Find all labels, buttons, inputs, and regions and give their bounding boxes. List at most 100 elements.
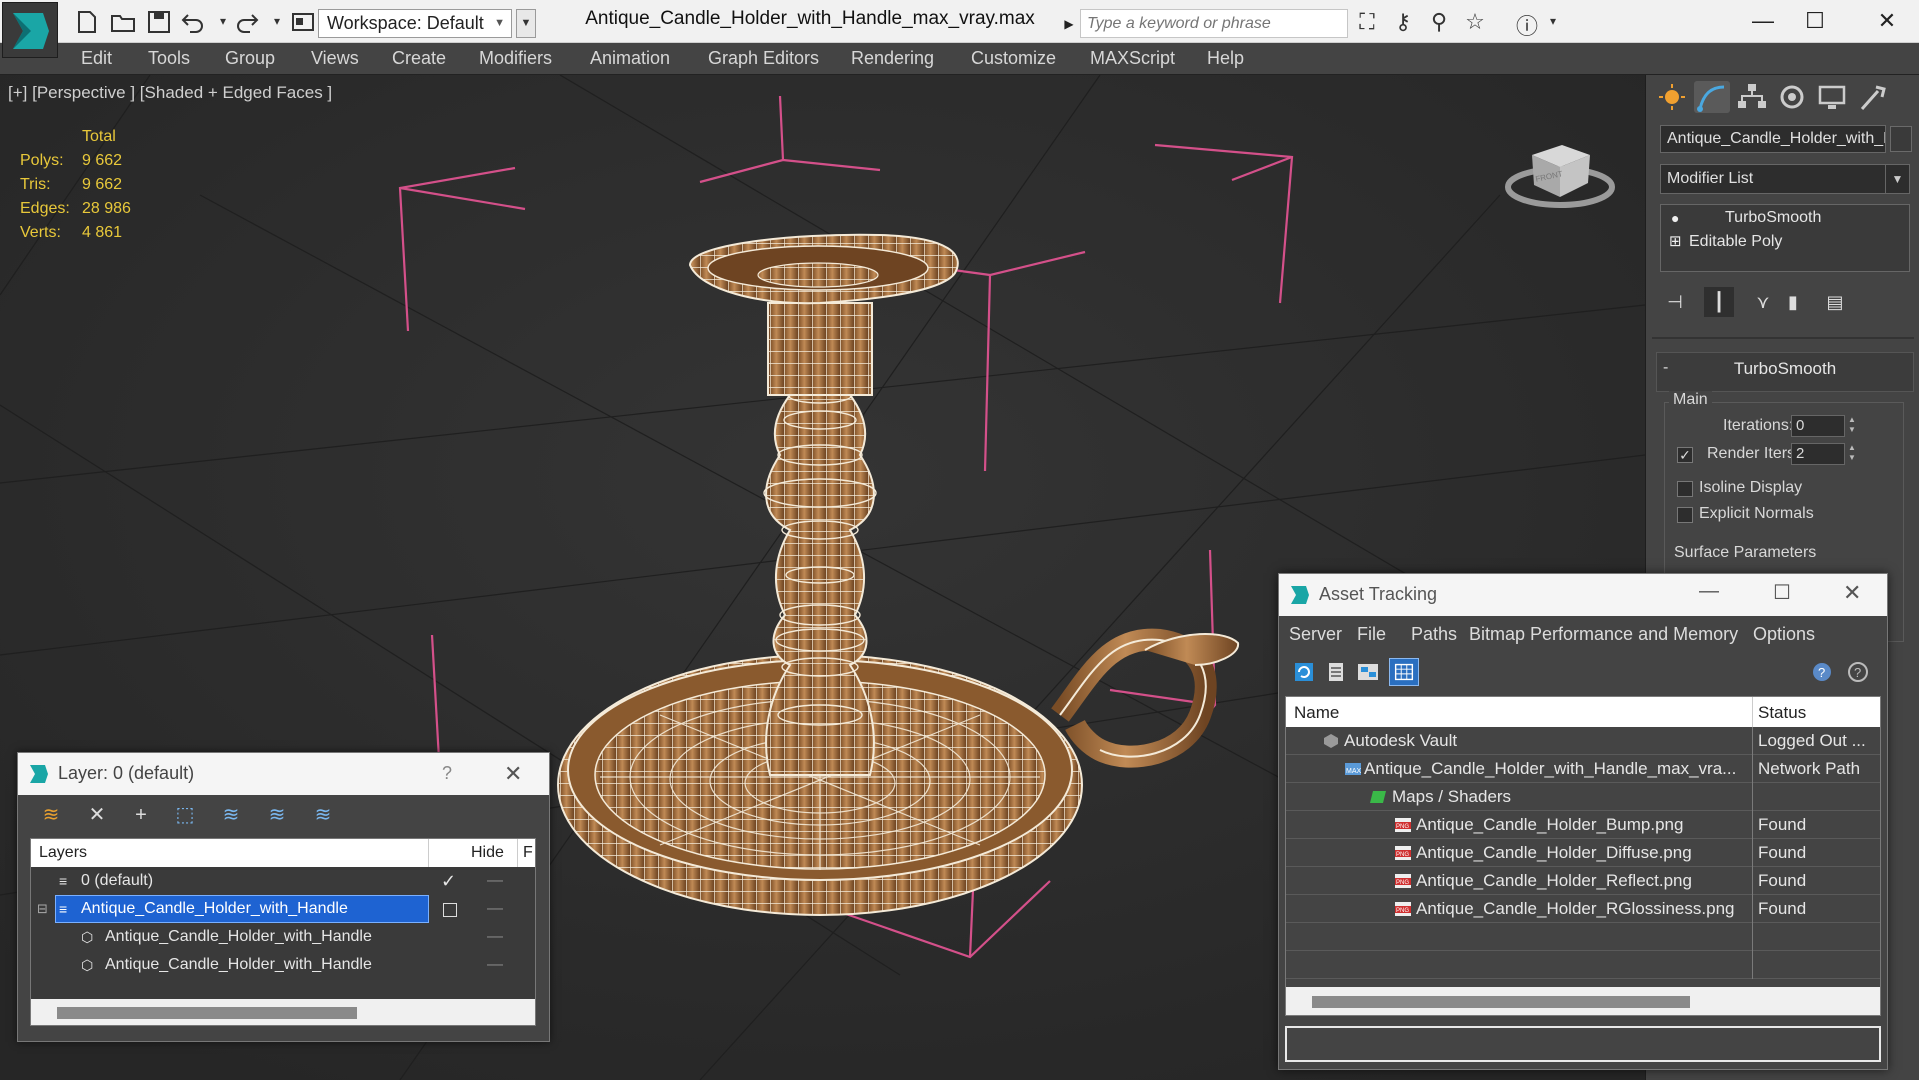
menu-bitmap-performance[interactable]: Bitmap Performance and Memory bbox=[1469, 624, 1738, 645]
utilities-tab-icon[interactable] bbox=[1854, 81, 1890, 113]
menu-paths[interactable]: Paths bbox=[1411, 624, 1457, 645]
hide-toggle[interactable]: — bbox=[487, 951, 503, 979]
context-help-icon[interactable]: ? bbox=[1843, 658, 1873, 686]
menu-modifiers[interactable]: Modifiers bbox=[479, 48, 552, 69]
asset-row[interactable]: Autodesk Vault Logged Out ... bbox=[1286, 727, 1880, 755]
menu-customize[interactable]: Customize bbox=[971, 48, 1056, 69]
workspace-menu-button[interactable]: ▼ bbox=[516, 9, 536, 38]
refresh-icon[interactable] bbox=[1289, 658, 1319, 686]
select-objects-icon[interactable]: ⬚ bbox=[170, 801, 200, 829]
open-folder-icon[interactable] bbox=[110, 9, 136, 35]
sign-in-icon[interactable]: ⚲ bbox=[1424, 9, 1454, 35]
help-icon[interactable]: ? bbox=[1807, 658, 1837, 686]
viewport-label[interactable]: [+] [Perspective ] [Shaded + Edged Faces… bbox=[8, 83, 332, 103]
select-layer-icon[interactable]: ≋ bbox=[216, 801, 246, 829]
stack-item-turbosmooth[interactable]: ● TurboSmooth bbox=[1663, 207, 1907, 231]
menu-help[interactable]: Help bbox=[1207, 48, 1244, 69]
viewcube[interactable]: FRONT bbox=[1500, 125, 1620, 215]
menu-server[interactable]: Server bbox=[1289, 624, 1342, 645]
asset-row[interactable]: PNG Antique_Candle_Holder_Bump.png Found bbox=[1286, 811, 1880, 839]
make-unique-icon[interactable]: ⋎ bbox=[1748, 287, 1778, 317]
configure-sets-icon[interactable]: ▤ bbox=[1820, 287, 1850, 317]
help-button[interactable]: ? bbox=[442, 763, 452, 784]
menu-file[interactable]: File bbox=[1357, 624, 1386, 645]
stack-item-editable-poly[interactable]: ⊞ Editable Poly bbox=[1663, 231, 1907, 255]
render-iters-spinner[interactable]: 2 bbox=[1791, 443, 1845, 465]
column-header-freeze[interactable]: F bbox=[523, 844, 533, 862]
search-expand-icon[interactable]: ▶ bbox=[1060, 10, 1078, 38]
turbosmooth-rollout-header[interactable]: - TurboSmooth bbox=[1656, 352, 1914, 392]
thumbnail-view-icon[interactable] bbox=[1353, 658, 1383, 686]
set-current-checkbox[interactable] bbox=[443, 903, 457, 917]
layer-row[interactable]: ≡ 0 (default) ✓ — bbox=[31, 867, 535, 895]
help-dropdown-icon[interactable]: ▾ bbox=[1538, 14, 1568, 28]
motion-tab-icon[interactable] bbox=[1774, 81, 1810, 113]
create-layer-icon[interactable]: ≋ bbox=[36, 801, 66, 829]
column-header-status[interactable]: Status bbox=[1758, 703, 1806, 723]
hide-toggle[interactable]: — bbox=[487, 867, 503, 895]
scrollbar-thumb[interactable] bbox=[57, 1007, 357, 1019]
hierarchy-tab-icon[interactable] bbox=[1734, 81, 1770, 113]
add-selection-icon[interactable]: + bbox=[126, 801, 156, 829]
new-file-icon[interactable] bbox=[74, 9, 100, 35]
minimize-button[interactable]: — bbox=[1699, 580, 1719, 603]
horizontal-scrollbar[interactable] bbox=[1286, 987, 1880, 1015]
redo-icon[interactable] bbox=[234, 9, 260, 35]
hide-all-icon[interactable]: ≋ bbox=[262, 801, 292, 829]
freeze-all-icon[interactable]: ≋ bbox=[308, 801, 338, 829]
layer-row[interactable]: ⊟ ≡ Antique_Candle_Holder_with_Handle — bbox=[31, 895, 535, 923]
close-icon[interactable]: ✕ bbox=[504, 761, 522, 787]
star-icon[interactable]: ☆ bbox=[1460, 9, 1490, 35]
project-folder-icon[interactable] bbox=[290, 9, 316, 35]
asset-dialog-titlebar[interactable]: Asset Tracking — ☐ ✕ bbox=[1279, 574, 1887, 616]
layer-row[interactable]: ⬡ Antique_Candle_Holder_with_Handle — bbox=[31, 951, 535, 979]
modify-tab-icon[interactable] bbox=[1694, 81, 1730, 113]
undo-icon[interactable] bbox=[180, 9, 206, 35]
pin-stack-icon[interactable]: ⊣ bbox=[1660, 287, 1690, 317]
close-icon[interactable]: ✕ bbox=[1843, 580, 1861, 606]
scrollbar-thumb[interactable] bbox=[1312, 996, 1690, 1008]
menu-tools[interactable]: Tools bbox=[148, 48, 190, 69]
create-tab-icon[interactable] bbox=[1654, 81, 1690, 113]
asset-path-field[interactable] bbox=[1285, 1026, 1881, 1062]
menu-views[interactable]: Views bbox=[311, 48, 359, 69]
table-view-icon[interactable] bbox=[1389, 658, 1419, 686]
key-icon[interactable]: ⚷ bbox=[1388, 9, 1418, 35]
asset-row[interactable]: Maps / Shaders bbox=[1286, 783, 1880, 811]
spinner-arrows-icon[interactable]: ▲ ▼ bbox=[1846, 415, 1858, 437]
redo-dropdown-icon[interactable]: ▾ bbox=[262, 14, 292, 28]
hide-toggle[interactable]: — bbox=[487, 923, 503, 951]
spinner-arrows-icon[interactable]: ▲ ▼ bbox=[1846, 443, 1858, 465]
list-view-icon[interactable] bbox=[1321, 658, 1351, 686]
minimize-button[interactable]: — bbox=[1738, 4, 1788, 38]
layer-row[interactable]: ⬡ Antique_Candle_Holder_with_Handle — bbox=[31, 923, 535, 951]
search-input[interactable] bbox=[1080, 9, 1348, 38]
close-button[interactable]: ✕ bbox=[1862, 4, 1912, 38]
lightbulb-icon[interactable]: ● bbox=[1671, 207, 1679, 229]
asset-row[interactable]: PNG Antique_Candle_Holder_RGlossiness.pn… bbox=[1286, 895, 1880, 923]
save-icon[interactable] bbox=[146, 9, 172, 35]
expand-plus-icon[interactable]: ⊞ bbox=[1669, 231, 1682, 253]
render-iters-checkbox[interactable]: ✓ bbox=[1677, 447, 1693, 463]
binoculars-icon[interactable]: ⛶ bbox=[1352, 9, 1382, 35]
app-logo-icon[interactable] bbox=[2, 2, 58, 58]
isoline-display-checkbox[interactable] bbox=[1677, 481, 1693, 497]
hide-toggle[interactable]: — bbox=[487, 895, 503, 923]
menu-graph-editors[interactable]: Graph Editors bbox=[708, 48, 819, 69]
collapse-icon[interactable]: ⊟ bbox=[37, 895, 48, 923]
show-end-result-icon[interactable]: ┃ bbox=[1704, 287, 1734, 317]
column-header-hide[interactable]: Hide bbox=[471, 844, 504, 862]
object-color-swatch[interactable] bbox=[1890, 126, 1912, 152]
menu-edit[interactable]: Edit bbox=[81, 48, 112, 69]
remove-modifier-icon[interactable]: ▮ bbox=[1778, 287, 1808, 317]
asset-row[interactable]: PNG Antique_Candle_Holder_Reflect.png Fo… bbox=[1286, 867, 1880, 895]
explicit-normals-checkbox[interactable] bbox=[1677, 507, 1693, 523]
menu-group[interactable]: Group bbox=[225, 48, 275, 69]
menu-animation[interactable]: Animation bbox=[590, 48, 670, 69]
menu-rendering[interactable]: Rendering bbox=[851, 48, 934, 69]
horizontal-scrollbar[interactable] bbox=[31, 999, 535, 1025]
menu-options[interactable]: Options bbox=[1753, 624, 1815, 645]
delete-layer-icon[interactable]: ✕ bbox=[82, 801, 112, 829]
current-layer-check-icon[interactable]: ✓ bbox=[441, 867, 456, 895]
iterations-spinner[interactable]: 0 bbox=[1791, 415, 1845, 437]
